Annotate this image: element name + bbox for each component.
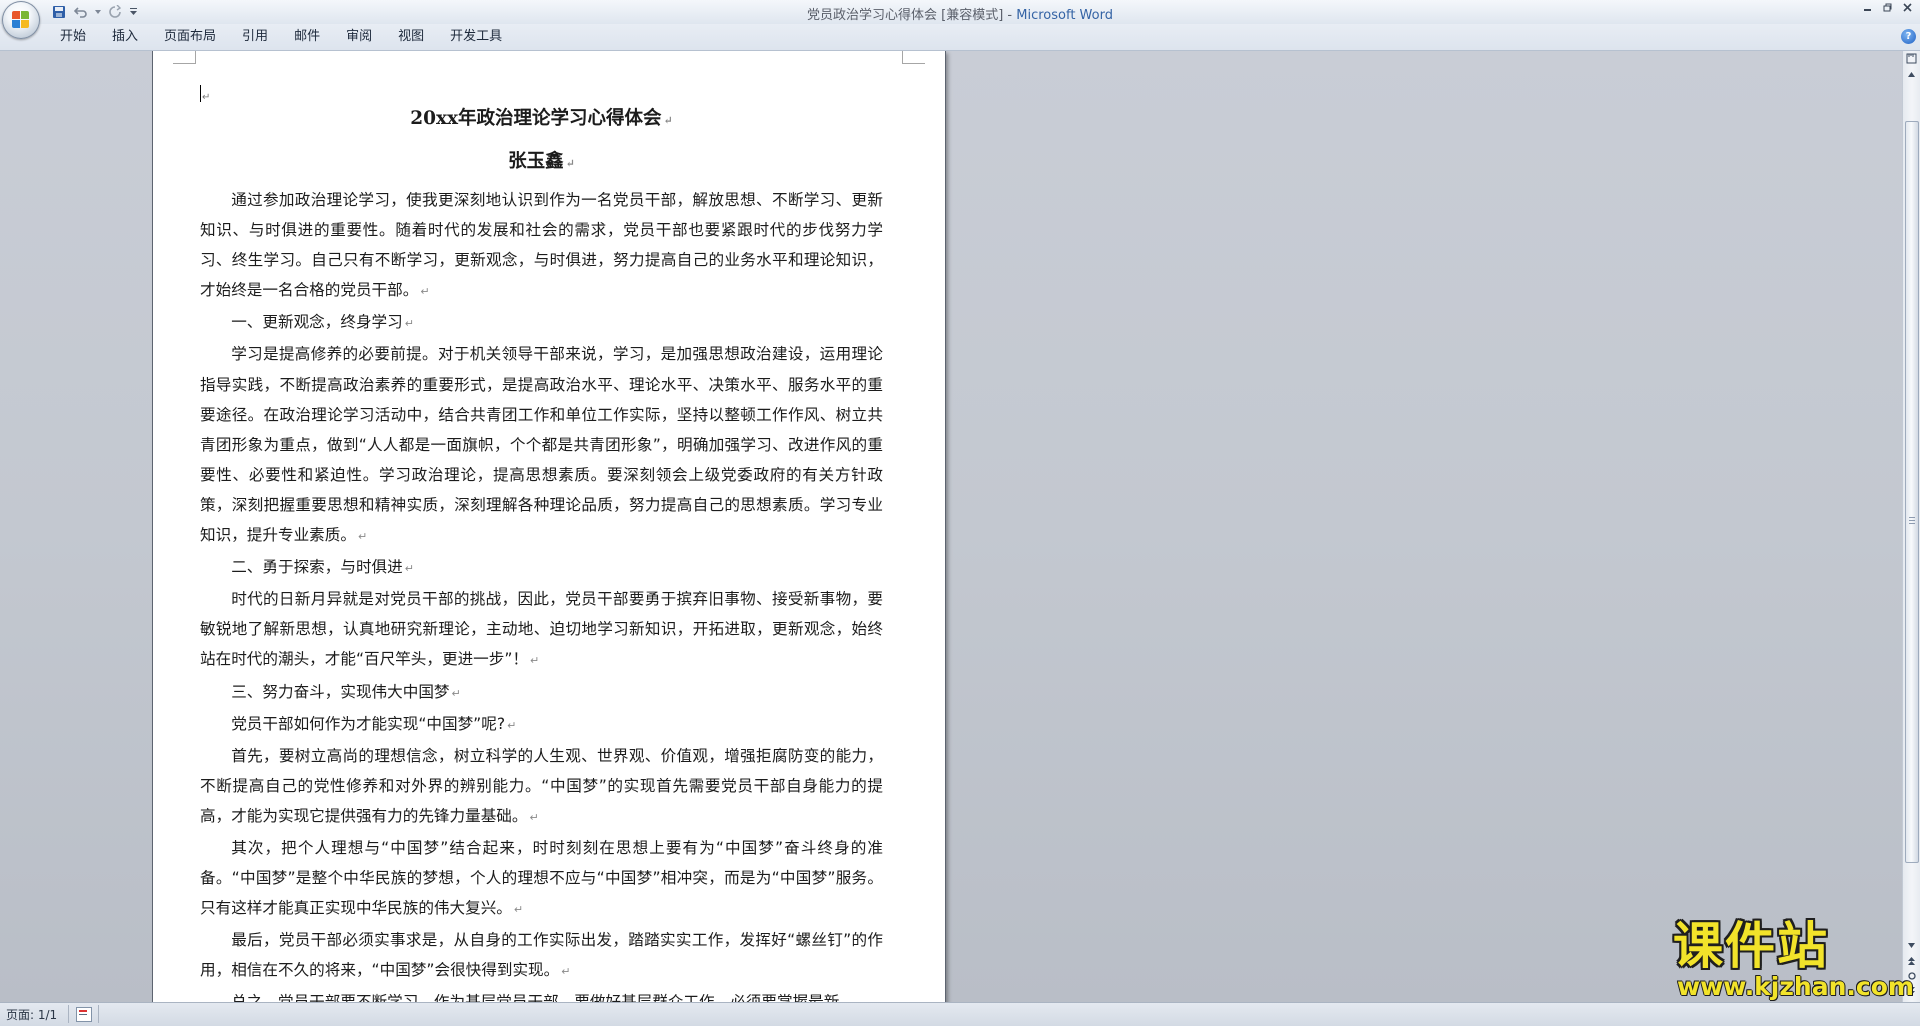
- ruler-icon: [1906, 53, 1917, 64]
- status-bar: 页面: 1/1: [0, 1002, 1920, 1026]
- scroll-up-button[interactable]: [1904, 68, 1919, 82]
- document-workspace: ↵ 20xx年政治理论学习心得体会 ↵ 张玉鑫 ↵ 通过参加政治理论学习，使我更深刻…: [0, 51, 1902, 1002]
- watermark-logo-text: 课件站: [1673, 917, 1829, 975]
- tab-developer[interactable]: 开发工具: [437, 24, 515, 50]
- watermark: 课件站 www.kjzhan.com: [1665, 917, 1914, 1002]
- grip-icon: [1909, 517, 1915, 525]
- status-divider: [98, 1005, 99, 1023]
- double-arrow-up-icon: [1908, 957, 1915, 965]
- tab-insert[interactable]: 插入: [99, 24, 151, 50]
- tab-mailings[interactable]: 邮件: [281, 24, 333, 50]
- paragraph-question: 党员干部如何作为才能实现“中国梦”呢? ↵: [231, 714, 517, 733]
- paragraph-last: 最后，党员干部必须实事求是，从自身的工作实际出发，踏踏实实工作，发挥好“螺丝钉”…: [200, 931, 883, 980]
- scroll-down-button[interactable]: [1904, 939, 1919, 953]
- status-divider: [68, 1005, 69, 1023]
- paragraph-conclusion: 总之，党员干部要不断学习。作为基层党员干部，要做好基层群众工作，必须要掌握最新、: [200, 987, 883, 1002]
- paragraph-section-1: 学习是提高修养的必要前提。对于机关领导干部来说，学习，是加强思想政治建设，运用理…: [200, 345, 883, 545]
- document-name: 党员政治学习心得体会 [兼容模式]: [807, 8, 1004, 23]
- arrow-down-icon: [1908, 943, 1915, 948]
- paragraph-intro: 通过参加政治理论学习，使我更深刻地认识到作为一名党员干部，解放思想、不断学习、更…: [200, 191, 883, 300]
- vertical-scrollbar[interactable]: [1902, 51, 1920, 1002]
- window-title: 党员政治学习心得体会 [兼容模式] - Microsoft Word: [0, 4, 1920, 23]
- ribbon-tab-bar: 开始 插入 页面布局 引用 邮件 审阅 视图 开发工具 ?: [0, 24, 1920, 51]
- crop-mark-top-right: [902, 51, 925, 64]
- heading-section-3: 三、努力奋斗，实现伟大中国梦 ↵: [231, 682, 461, 701]
- scroll-thumb[interactable]: [1905, 121, 1919, 863]
- document-title: 20xx年政治理论学习心得体会 ↵: [410, 108, 673, 129]
- proofing-errors-icon[interactable]: [76, 1007, 92, 1022]
- heading-section-1: 一、更新观念，终身学习 ↵: [231, 313, 414, 332]
- document-author: 张玉鑫 ↵: [508, 151, 575, 172]
- arrow-up-icon: [1908, 72, 1915, 77]
- page-number-indicator[interactable]: 页面: 1/1: [6, 1006, 57, 1023]
- tab-view[interactable]: 视图: [385, 24, 437, 50]
- tab-review[interactable]: 审阅: [333, 24, 385, 50]
- tab-home[interactable]: 开始: [48, 24, 99, 50]
- document-page[interactable]: ↵ 20xx年政治理论学习心得体会 ↵ 张玉鑫 ↵ 通过参加政治理论学习，使我更深刻…: [153, 51, 945, 1002]
- title-bar: 党员政治学习心得体会 [兼容模式] - Microsoft Word: [0, 0, 1920, 39]
- office-button[interactable]: [2, 1, 40, 39]
- restore-icon: [1883, 3, 1891, 12]
- paragraph-first: 首先，要树立高尚的理想信念，树立科学的人生观、世界观、价值观，增强拒腐防变的能力…: [200, 746, 883, 825]
- document-body[interactable]: ↵ 20xx年政治理论学习心得体会 ↵ 张玉鑫 ↵ 通过参加政治理论学习，使我更深刻…: [200, 75, 883, 1002]
- text-cursor: ↵: [200, 75, 883, 105]
- ribbon-tabs: 开始 插入 页面布局 引用 邮件 审阅 视图 开发工具: [48, 24, 515, 50]
- minimize-icon: [1863, 9, 1871, 11]
- minimize-button[interactable]: [1858, 2, 1876, 16]
- tab-references[interactable]: 引用: [229, 24, 281, 50]
- app-name: Microsoft Word: [1016, 8, 1113, 23]
- window-controls: [1858, 2, 1916, 16]
- office-logo-icon: [12, 11, 30, 29]
- title-separator: -: [1003, 8, 1017, 23]
- paragraph-section-2: 时代的日新月异就是对党员干部的挑战，因此，党员干部要勇于摈弃旧事物、接受新事物，…: [200, 590, 883, 669]
- paragraph-second: 其次，把个人理想与“中国梦”结合起来，时时刻刻在思想上要有为“中国梦”奋斗终身的…: [200, 838, 883, 918]
- heading-section-2: 二、勇于探索，与时俱进 ↵: [231, 558, 414, 577]
- help-button[interactable]: ?: [1901, 29, 1916, 44]
- close-icon: [1902, 3, 1912, 12]
- view-ruler-button[interactable]: [1904, 53, 1919, 67]
- restore-button[interactable]: [1878, 2, 1896, 16]
- previous-page-button[interactable]: [1904, 956, 1919, 970]
- crop-mark-top-left: [173, 51, 196, 64]
- watermark-url: www.kjzhan.com: [1677, 972, 1914, 1001]
- tab-page-layout[interactable]: 页面布局: [151, 24, 229, 50]
- close-button[interactable]: [1898, 2, 1916, 16]
